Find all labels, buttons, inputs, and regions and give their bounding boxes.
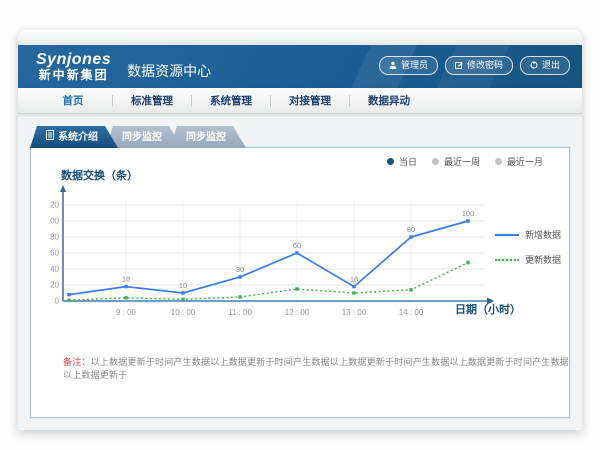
svg-text:11 : 00: 11 : 00 (228, 308, 252, 317)
radio-dot (432, 158, 439, 165)
svg-text:120: 120 (49, 201, 60, 210)
y-axis-title: 数据交换（条） (61, 167, 138, 183)
nav-item-3[interactable]: 对接管理 (277, 93, 343, 108)
tab-2[interactable]: 同步监控 (170, 126, 246, 148)
svg-text:80: 80 (50, 233, 59, 242)
main-nav: 首页标准管理系统管理对接管理数据异动 (18, 88, 582, 114)
footnote: 备注：以上数据更新于时间产生数据以上数据更新于时间产生数据以上数据更新于时间产生… (63, 355, 569, 381)
svg-text:12 : 00: 12 : 00 (285, 308, 310, 317)
legend-item-1: 更新数据 (495, 253, 561, 266)
header-action-change-password[interactable]: 修改密码 (445, 56, 513, 75)
nav-separator (191, 95, 192, 107)
nav-item-4[interactable]: 数据异动 (356, 93, 422, 108)
app-window: Synjones 新中新集团 数据资源中心 管理员修改密码退出 首页标准管理系统… (18, 30, 582, 430)
svg-text:9 : 00: 9 : 00 (116, 308, 137, 317)
edit-icon (455, 61, 463, 69)
legend-label: 新增数据 (525, 228, 561, 241)
content-panel: 当日 最近一周 最近一月 数据交换（条） 0 20 40 60 80 100 120 9 : 00… (30, 147, 570, 418)
radio-label: 最近一周 (444, 155, 480, 168)
nav-item-0[interactable]: 首页 (40, 93, 106, 108)
svg-text:10: 10 (179, 281, 187, 290)
legend-label: 更新数据 (525, 253, 561, 266)
page-title: 数据资源中心 (127, 53, 211, 81)
radio-label: 当日 (399, 155, 417, 168)
svg-text:60: 60 (50, 249, 59, 258)
svg-text:13 : 00: 13 : 00 (342, 308, 367, 317)
x-axis-title: 日期（小时） (455, 301, 521, 317)
svg-text:14 : 00: 14 : 00 (399, 308, 424, 317)
nav-item-1[interactable]: 标准管理 (119, 93, 185, 108)
footnote-text: 以上数据更新于时间产生数据以上数据更新于时间产生数据以上数据更新于时间产生数据以… (63, 357, 569, 380)
legend-item-0: 新增数据 (495, 228, 561, 241)
nav-item-2[interactable]: 系统管理 (198, 93, 264, 108)
tab-label: 同步监控 (186, 126, 226, 149)
svg-text:18: 18 (122, 275, 130, 284)
nav-separator (112, 95, 113, 107)
period-option-0[interactable]: 当日 (387, 155, 417, 168)
svg-text:20: 20 (50, 281, 59, 290)
legend-line-sample (495, 234, 519, 236)
tab-0[interactable]: 系统介绍 (30, 126, 118, 148)
radio-dot (387, 158, 394, 165)
legend-line-sample (495, 259, 519, 261)
svg-text:40: 40 (50, 265, 59, 274)
svg-text:100: 100 (49, 217, 60, 226)
svg-text:10 : 00: 10 : 00 (171, 308, 196, 317)
app-header: Synjones 新中新集团 数据资源中心 管理员 修改密码 退出 (18, 45, 582, 88)
chart-legend: 新增数据更新数据 (495, 228, 561, 266)
period-option-1[interactable]: 最近一周 (432, 155, 480, 168)
tab-bar: 系统介绍 同步监控 同步监控 (30, 126, 234, 148)
tab-label: 同步监控 (122, 126, 162, 149)
svg-text:100: 100 (462, 209, 475, 218)
window-top-strip (18, 30, 582, 45)
svg-text:18: 18 (350, 275, 358, 284)
radio-dot (495, 158, 502, 165)
user-icon (389, 61, 397, 69)
header-action-user[interactable]: 管理员 (379, 56, 438, 75)
logo-wordmark: Synjones (36, 51, 111, 69)
power-icon (530, 61, 538, 69)
footnote-label: 备注： (63, 357, 91, 367)
header-actions: 管理员 修改密码 退出 (379, 56, 570, 75)
nav-separator (270, 95, 271, 107)
header-action-label: 退出 (542, 59, 560, 72)
nav-separator (349, 95, 350, 107)
header-action-label: 管理员 (401, 59, 428, 72)
period-option-2[interactable]: 最近一月 (495, 155, 543, 168)
svg-text:60: 60 (293, 241, 301, 250)
svg-text:80: 80 (407, 225, 415, 234)
tab-label: 系统介绍 (58, 126, 98, 149)
header-action-label: 修改密码 (467, 59, 503, 72)
svg-text:30: 30 (236, 265, 244, 274)
tab-1[interactable]: 同步监控 (106, 126, 182, 148)
radio-label: 最近一月 (507, 155, 543, 168)
period-filter: 当日 最近一周 最近一月 (387, 155, 543, 168)
company-logo: Synjones 新中新集团 (36, 51, 111, 82)
logo-company-name: 新中新集团 (36, 69, 111, 82)
document-icon (46, 126, 54, 149)
svg-text:0: 0 (55, 297, 60, 306)
header-action-logout[interactable]: 退出 (520, 56, 570, 75)
